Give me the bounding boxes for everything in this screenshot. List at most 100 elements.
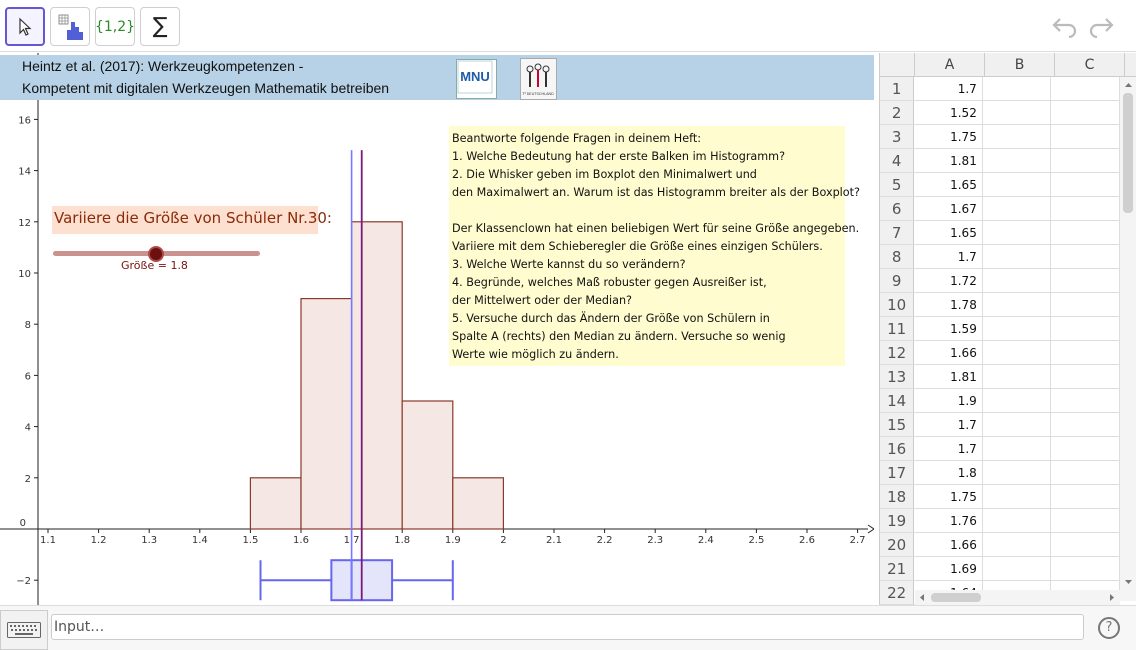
spreadsheet-view[interactable]: A B C 1 1.7 2 1.52 3 1.75 4 1.81 5 1.65 6 1.67 7 1.65… (879, 53, 1136, 605)
graphics-view[interactable]: 1.11.21.31.41.51.61.71.81.922.12.22.32.4… (0, 53, 874, 605)
cell-a[interactable]: 1.65 (914, 173, 983, 196)
cell-a[interactable]: 1.52 (914, 101, 983, 124)
keyboard-button[interactable] (0, 610, 48, 650)
histogram-tool-button[interactable] (50, 7, 90, 46)
cell-a[interactable]: 1.7 (914, 77, 983, 100)
row-header[interactable]: 21 (880, 557, 915, 580)
cell-c[interactable] (1051, 221, 1120, 244)
cell-b[interactable] (983, 365, 1052, 388)
row-header[interactable]: 12 (880, 341, 915, 364)
row-header[interactable]: 8 (880, 245, 915, 268)
horizontal-scroll-thumb[interactable] (931, 593, 981, 602)
cell-a[interactable]: 1.59 (914, 317, 983, 340)
cell-a[interactable]: 1.75 (914, 485, 983, 508)
column-header-c[interactable]: C (1055, 53, 1125, 76)
cell-a[interactable]: 1.7 (914, 437, 983, 460)
cell-b[interactable] (983, 101, 1052, 124)
cell-c[interactable] (1051, 245, 1120, 268)
cell-b[interactable] (983, 269, 1052, 292)
cell-c[interactable] (1051, 293, 1120, 316)
row-header[interactable]: 13 (880, 365, 915, 388)
cell-c[interactable] (1051, 125, 1120, 148)
row-header[interactable]: 10 (880, 293, 915, 316)
cell-c[interactable] (1051, 341, 1120, 364)
sum-tool-button[interactable]: ∑ (140, 7, 180, 46)
cell-c[interactable] (1051, 485, 1120, 508)
cell-b[interactable] (983, 197, 1052, 220)
row-header[interactable]: 15 (880, 413, 915, 436)
row-header[interactable]: 2 (880, 101, 915, 124)
row-header[interactable]: 16 (880, 437, 915, 460)
cell-b[interactable] (983, 533, 1052, 556)
redo-button[interactable] (1086, 12, 1116, 40)
row-header[interactable]: 14 (880, 389, 915, 412)
cell-c[interactable] (1051, 461, 1120, 484)
cell-a[interactable]: 1.81 (914, 365, 983, 388)
cell-a[interactable]: 1.8 (914, 461, 983, 484)
cell-c[interactable] (1051, 269, 1120, 292)
cell-a[interactable]: 1.66 (914, 341, 983, 364)
row-header[interactable]: 22 (880, 581, 915, 604)
cell-b[interactable] (983, 389, 1052, 412)
cell-c[interactable] (1051, 365, 1120, 388)
undo-button[interactable] (1050, 12, 1080, 40)
cell-b[interactable] (983, 341, 1052, 364)
cell-b[interactable] (983, 557, 1052, 580)
cell-c[interactable] (1051, 437, 1120, 460)
help-button[interactable]: ? (1098, 617, 1120, 639)
cell-b[interactable] (983, 461, 1052, 484)
spreadsheet-corner[interactable] (880, 53, 915, 76)
cell-b[interactable] (983, 293, 1052, 316)
cell-c[interactable] (1051, 149, 1120, 172)
cell-a[interactable]: 1.76 (914, 509, 983, 532)
row-header[interactable]: 3 (880, 125, 915, 148)
cell-c[interactable] (1051, 533, 1120, 556)
cell-b[interactable] (983, 125, 1052, 148)
vertical-scroll-thumb[interactable] (1123, 93, 1133, 213)
row-header[interactable]: 20 (880, 533, 915, 556)
cell-c[interactable] (1051, 77, 1120, 100)
cell-c[interactable] (1051, 317, 1120, 340)
vertical-scrollbar[interactable] (1120, 77, 1136, 601)
horizontal-scrollbar[interactable] (915, 590, 1120, 605)
row-header[interactable]: 17 (880, 461, 915, 484)
cell-a[interactable]: 1.7 (914, 413, 983, 436)
algebra-input-field[interactable]: Input… (51, 614, 1084, 640)
cell-c[interactable] (1051, 101, 1120, 124)
cell-b[interactable] (983, 317, 1052, 340)
row-header[interactable]: 1 (880, 77, 915, 100)
cell-c[interactable] (1051, 173, 1120, 196)
cell-c[interactable] (1051, 557, 1120, 580)
cell-b[interactable] (983, 173, 1052, 196)
cell-b[interactable] (983, 437, 1052, 460)
row-header[interactable]: 18 (880, 485, 915, 508)
row-header[interactable]: 9 (880, 269, 915, 292)
cell-b[interactable] (983, 485, 1052, 508)
cell-b[interactable] (983, 413, 1052, 436)
cell-a[interactable]: 1.67 (914, 197, 983, 220)
cell-c[interactable] (1051, 389, 1120, 412)
cell-a[interactable]: 1.78 (914, 293, 983, 316)
list-tool-button[interactable]: {1,2} (95, 7, 135, 46)
column-header-a[interactable]: A (915, 53, 985, 76)
cell-c[interactable] (1051, 197, 1120, 220)
row-header[interactable]: 6 (880, 197, 915, 220)
cell-a[interactable]: 1.9 (914, 389, 983, 412)
row-header[interactable]: 5 (880, 173, 915, 196)
cell-b[interactable] (983, 245, 1052, 268)
cell-a[interactable]: 1.81 (914, 149, 983, 172)
column-header-b[interactable]: B (985, 53, 1055, 76)
cell-a[interactable]: 1.75 (914, 125, 983, 148)
row-header[interactable]: 19 (880, 509, 915, 532)
row-header[interactable]: 11 (880, 317, 915, 340)
cell-a[interactable]: 1.69 (914, 557, 983, 580)
cell-b[interactable] (983, 221, 1052, 244)
cell-a[interactable]: 1.7 (914, 245, 983, 268)
cell-c[interactable] (1051, 509, 1120, 532)
move-tool-button[interactable] (5, 7, 45, 46)
row-header[interactable]: 7 (880, 221, 915, 244)
cell-a[interactable]: 1.65 (914, 221, 983, 244)
scroll-left-icon[interactable] (917, 590, 927, 605)
cell-a[interactable]: 1.66 (914, 533, 983, 556)
cell-b[interactable] (983, 77, 1052, 100)
